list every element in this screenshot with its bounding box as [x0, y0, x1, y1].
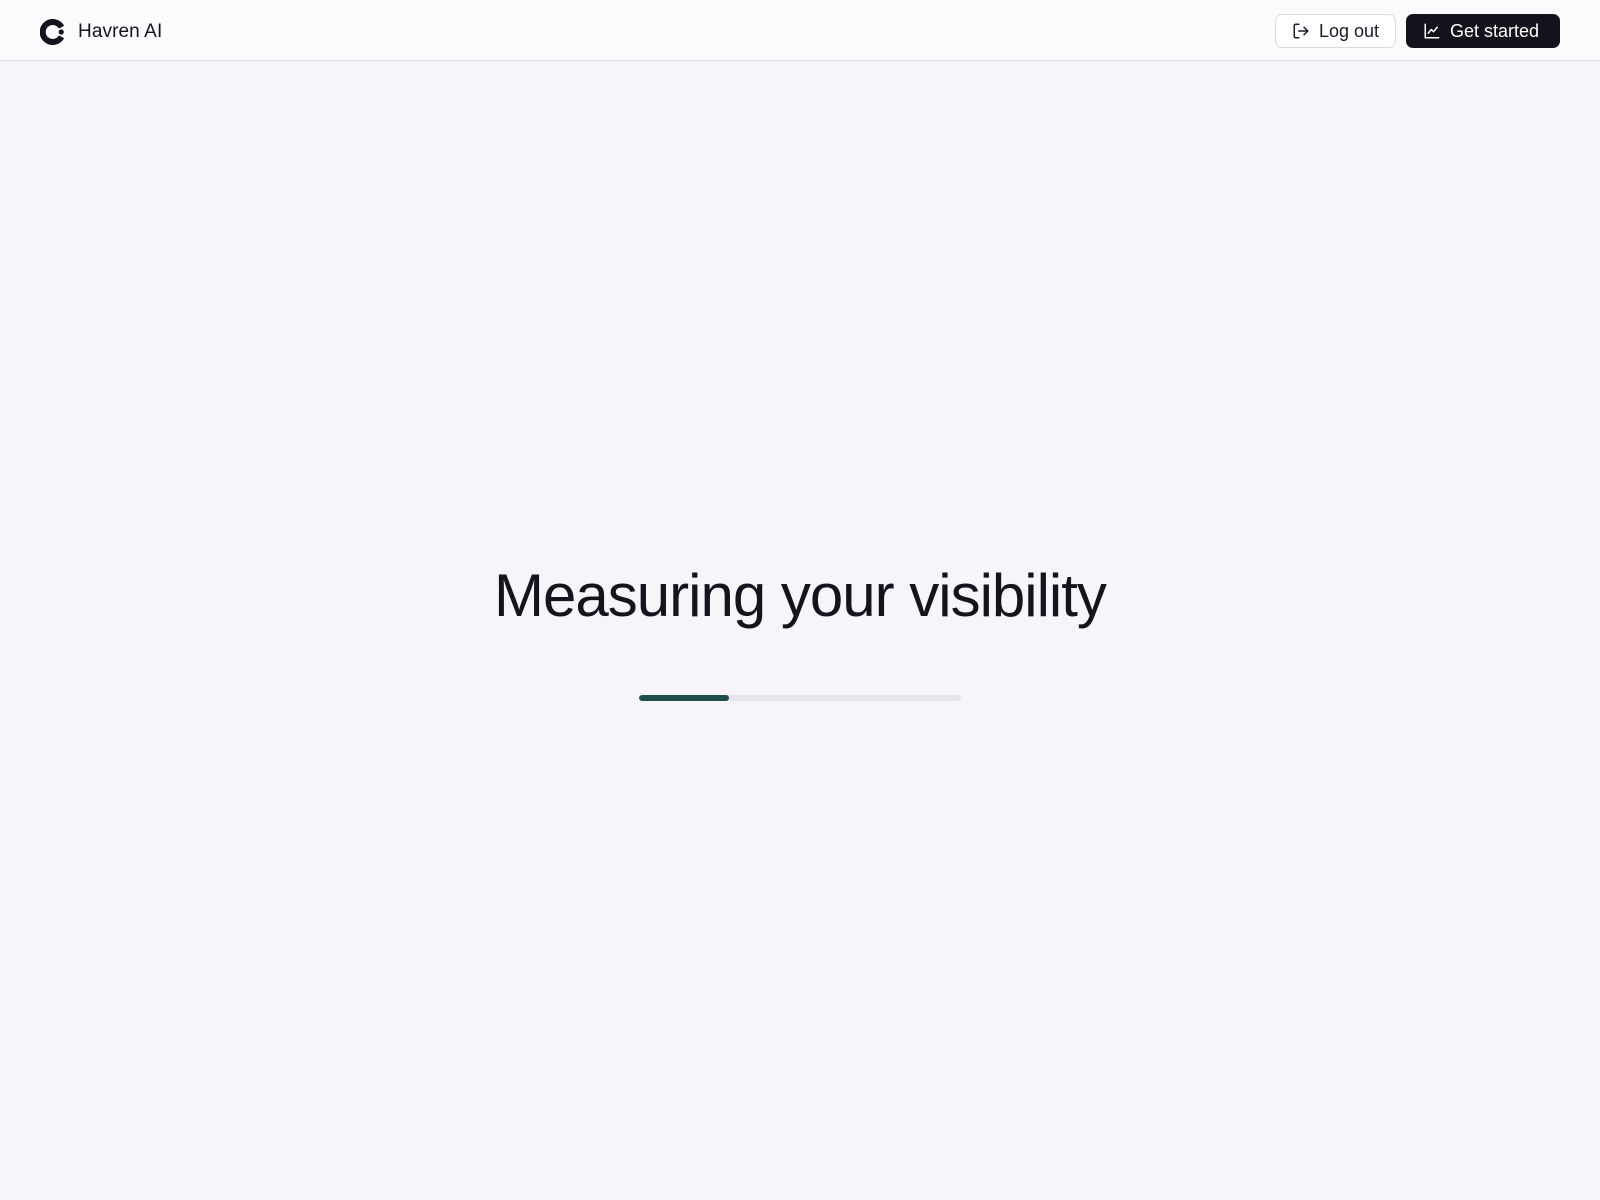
progress-bar-fill [639, 695, 730, 701]
get-started-label: Get started [1450, 20, 1540, 41]
page-headline: Measuring your visibility [494, 562, 1107, 629]
top-navigation-bar: Havren AI Log out Get started [0, 0, 1600, 61]
progress-bar [639, 695, 961, 701]
brand[interactable]: Havren AI [40, 17, 162, 47]
brand-name: Havren AI [78, 21, 163, 42]
line-chart-icon [1424, 23, 1440, 39]
get-started-button[interactable]: Get started [1406, 14, 1560, 48]
log-out-label: Log out [1319, 20, 1380, 41]
log-out-button[interactable]: Log out [1275, 14, 1396, 48]
log-out-icon [1293, 23, 1309, 39]
brand-logo-icon [40, 19, 65, 45]
